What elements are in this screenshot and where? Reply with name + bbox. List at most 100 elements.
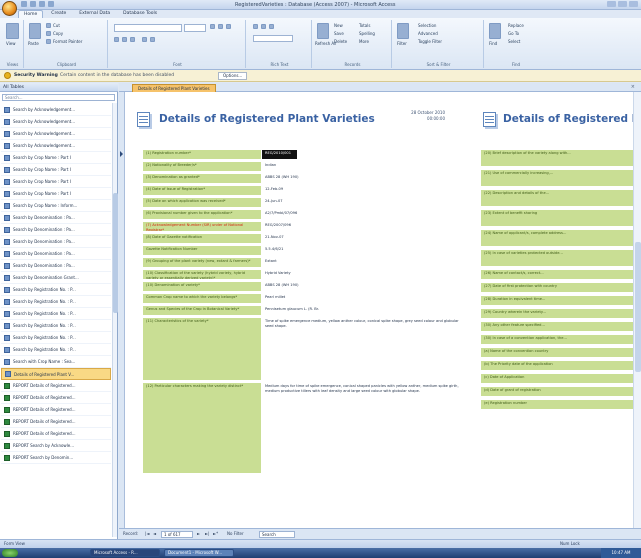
goto-button[interactable]: Go To: [508, 31, 519, 36]
taskbar-access[interactable]: Microsoft Access - R...: [90, 549, 160, 557]
nav-item[interactable]: Details of Registered Plant V...: [1, 368, 111, 380]
align-right-icon[interactable]: [226, 24, 231, 29]
field-value[interactable]: Extant: [262, 258, 322, 267]
font-name-combo[interactable]: [114, 24, 182, 32]
nav-item[interactable]: Search by Crop Name : Part I: [1, 164, 111, 176]
maximize-icon[interactable]: [618, 1, 627, 7]
undo-icon[interactable]: [30, 1, 36, 7]
align-left-icon[interactable]: [210, 24, 215, 29]
font-size-combo[interactable]: [184, 24, 206, 32]
field-value[interactable]: ABBS 28 (WH 190): [262, 282, 322, 291]
nav-scrollbar[interactable]: [112, 103, 118, 537]
indent-icon[interactable]: [253, 24, 258, 29]
nav-item[interactable]: Search by Registration No. : P...: [1, 308, 111, 320]
advanced-button[interactable]: Advanced: [418, 31, 438, 36]
paste-button[interactable]: Paste: [28, 41, 39, 46]
nav-item[interactable]: Search by Crop Name : Inform...: [1, 200, 111, 212]
nav-item[interactable]: Search by Denomination : Pa...: [1, 248, 111, 260]
nav-item[interactable]: Search by Registration No. : P...: [1, 296, 111, 308]
nav-item[interactable]: REPORT Details of Registered...: [1, 392, 111, 404]
nav-item[interactable]: Search by Crop Name : Part I: [1, 188, 111, 200]
nav-item[interactable]: Search by Registration No. : P...: [1, 320, 111, 332]
nav-item[interactable]: Search by Denomination : Pa...: [1, 236, 111, 248]
filter-status[interactable]: No Filter: [227, 531, 244, 538]
nav-pane-header[interactable]: All Tables: [0, 83, 118, 92]
nav-item[interactable]: REPORT Details of Registered...: [1, 416, 111, 428]
bullets-icon[interactable]: [269, 24, 274, 29]
filter-icon[interactable]: [397, 23, 409, 39]
find-button[interactable]: Find: [489, 41, 497, 46]
nav-item[interactable]: Search with Crop Name : Sea...: [1, 356, 111, 368]
field-value[interactable]: Medium days for time of spike emergence,…: [262, 383, 467, 473]
copy-icon[interactable]: [46, 31, 51, 36]
field-value[interactable]: 12-Feb-09: [262, 186, 322, 195]
new-record-icon[interactable]: ►*: [213, 531, 218, 538]
field-value[interactable]: REG/2007/096: [262, 222, 322, 231]
nav-item[interactable]: Search by Crop Name : Part I: [1, 152, 111, 164]
save-icon[interactable]: [21, 1, 27, 7]
first-record-icon[interactable]: |◄: [145, 531, 149, 538]
document-tab[interactable]: Details of Registered Plant Varieties: [132, 84, 216, 92]
taskbar-word[interactable]: Document1 - Microsoft W...: [164, 549, 234, 557]
redo-icon[interactable]: [39, 1, 45, 7]
view-button[interactable]: View: [6, 41, 16, 46]
nav-search-input[interactable]: Search...: [2, 94, 115, 101]
rich-text-combo[interactable]: [253, 35, 293, 42]
spelling-button[interactable]: Spelling: [359, 31, 375, 36]
nav-scroll-thumb[interactable]: [113, 193, 118, 313]
customize-icon[interactable]: [48, 1, 54, 7]
align-center-icon[interactable]: [218, 24, 223, 29]
format-painter-icon[interactable]: [46, 39, 51, 44]
close-icon[interactable]: ×: [631, 84, 635, 90]
nav-item[interactable]: Search by Denomination : Pa...: [1, 260, 111, 272]
field-value[interactable]: REG/2010/001: [262, 150, 297, 159]
tab-home[interactable]: Home: [18, 10, 44, 18]
field-value[interactable]: A2/7/Pmbl/07/096: [262, 210, 322, 219]
nav-item[interactable]: REPORT Details of Registered...: [1, 404, 111, 416]
nav-item[interactable]: Search by Registration No. : P...: [1, 284, 111, 296]
font-color-icon[interactable]: [142, 37, 147, 42]
binoculars-icon[interactable]: [489, 23, 501, 39]
selection-button[interactable]: Selection: [418, 23, 436, 28]
nav-item[interactable]: Search by Denomination : Pa...: [1, 224, 111, 236]
nav-item[interactable]: Search by Denomination Grant...: [1, 272, 111, 284]
italic-icon[interactable]: [122, 37, 127, 42]
record-search[interactable]: Search: [259, 531, 295, 538]
delete-button[interactable]: Delete: [334, 39, 347, 44]
field-value[interactable]: ABBS 28 (WH 190): [262, 174, 322, 183]
nav-item[interactable]: REPORT Details of Registered...: [1, 380, 111, 392]
form-scrollbar[interactable]: [633, 92, 641, 528]
nav-item[interactable]: Search by Acknowledgement...: [1, 104, 111, 116]
last-record-icon[interactable]: ►|: [205, 531, 209, 538]
copy-button[interactable]: Copy: [53, 31, 63, 36]
field-value[interactable]: Pearl millet: [262, 294, 322, 303]
options-button[interactable]: Options...: [218, 72, 248, 80]
cut-icon[interactable]: [46, 23, 51, 28]
field-value[interactable]: Pennisetum glaucum L. (R. Br.: [262, 306, 322, 315]
field-value[interactable]: 21-Nov-07: [262, 234, 322, 243]
office-button[interactable]: [2, 1, 17, 16]
field-value[interactable]: Hybrid Variety: [262, 270, 322, 279]
fill-color-icon[interactable]: [150, 37, 155, 42]
nav-item[interactable]: Search by Acknowledgement...: [1, 128, 111, 140]
cut-button[interactable]: Cut: [53, 23, 60, 28]
start-button[interactable]: [2, 549, 18, 557]
nav-item[interactable]: Search by Registration No. : P...: [1, 332, 111, 344]
nav-item[interactable]: Search by Denomination : Pa...: [1, 212, 111, 224]
view-icon[interactable]: [6, 23, 19, 39]
underline-icon[interactable]: [130, 37, 135, 42]
tab-external-data[interactable]: External Data: [74, 10, 115, 18]
close-icon[interactable]: [629, 1, 638, 7]
select-button[interactable]: Select: [508, 39, 520, 44]
record-position[interactable]: 1 of 617: [161, 531, 193, 538]
form-scroll-thumb[interactable]: [635, 242, 641, 372]
format-painter-button[interactable]: Format Painter: [53, 39, 82, 44]
bold-icon[interactable]: [114, 37, 119, 42]
toggle-filter-button[interactable]: Toggle Filter: [418, 39, 442, 44]
tab-database-tools[interactable]: Database Tools: [118, 10, 162, 18]
field-value[interactable]: 5.5.4/6/21: [262, 246, 322, 255]
filter-button[interactable]: Filter: [397, 41, 407, 46]
replace-button[interactable]: Replace: [508, 23, 524, 28]
next-record-icon[interactable]: ►: [197, 531, 200, 538]
refresh-icon[interactable]: [317, 23, 329, 39]
